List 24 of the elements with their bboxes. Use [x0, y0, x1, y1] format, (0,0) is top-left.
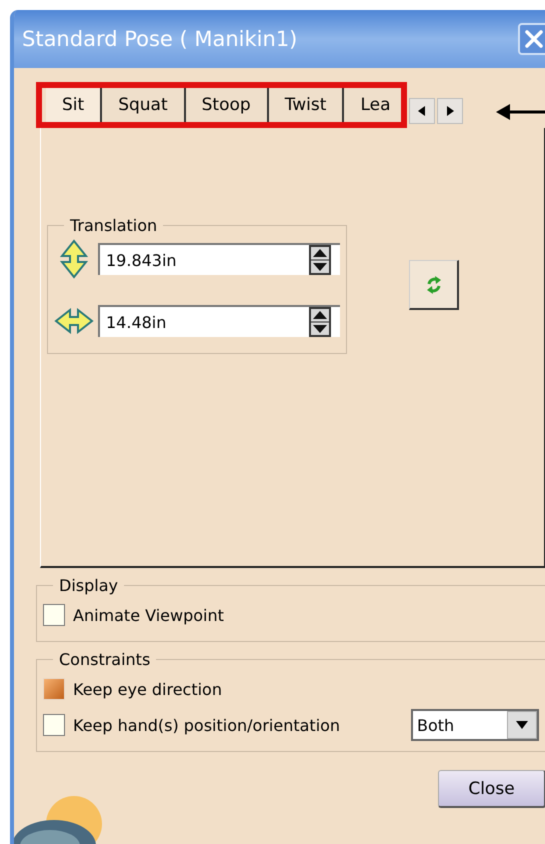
window-title: Standard Pose ( Manikin1) — [22, 27, 298, 51]
group-title: Translation — [69, 216, 158, 235]
close-button[interactable] — [518, 23, 545, 55]
dropdown-caret-icon — [516, 721, 528, 729]
close-icon — [523, 28, 545, 50]
checkbox[interactable] — [43, 714, 65, 736]
close-button[interactable]: Close — [438, 770, 545, 808]
scroll-left-button[interactable] — [408, 98, 434, 124]
spin-field[interactable]: 19.843in — [98, 243, 340, 275]
refresh-icon — [426, 274, 442, 296]
refresh-button[interactable] — [409, 260, 459, 310]
spin-field[interactable]: 14.48in — [98, 305, 340, 337]
horizontal-arrows-icon — [54, 308, 94, 334]
right-arrow-icon — [446, 106, 454, 116]
option-label: Animate Viewpoint — [73, 606, 224, 624]
group-title: Display — [58, 576, 119, 595]
dropdown[interactable]: Both — [411, 709, 539, 741]
scroll-right-button[interactable] — [436, 98, 462, 124]
left-arrow-icon — [418, 106, 426, 116]
tab[interactable]: Sit — [46, 88, 102, 122]
group-title: Constraints — [58, 650, 152, 669]
option-label: Keep eye direction — [73, 680, 222, 698]
checkbox[interactable] — [43, 604, 65, 626]
option-label: Keep hand(s) position/orientation — [73, 716, 340, 734]
